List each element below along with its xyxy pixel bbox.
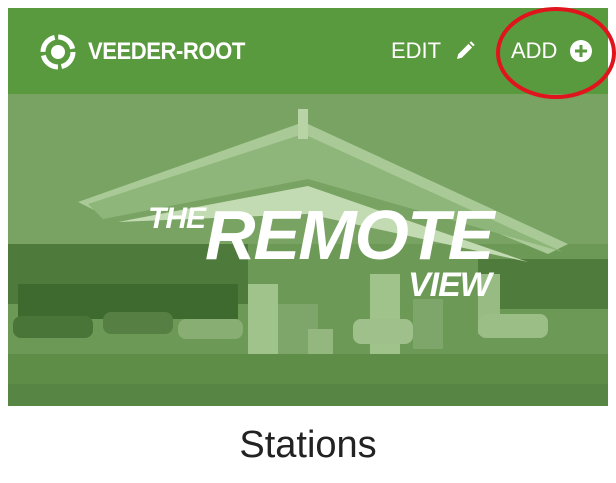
hero-title-prefix: THE <box>148 202 206 235</box>
edit-label: EDIT <box>391 38 442 63</box>
pencil-icon <box>457 41 475 59</box>
hero-banner: THEREMOTE VIEW <box>8 94 608 406</box>
brand-name: VEEDER-ROOT <box>88 38 245 65</box>
brand-logo: VEEDER-ROOT <box>38 32 259 72</box>
hero-subtitle: VIEW <box>408 266 492 304</box>
page-title: Stations <box>239 424 377 466</box>
app-screen: VEEDER-ROOT EDIT ADD THEREMOTE VIEW Stat… <box>0 0 616 483</box>
hero-title-main: REMOTE <box>205 196 494 274</box>
edit-button[interactable]: EDIT <box>391 38 477 64</box>
hero-title: THEREMOTE <box>148 200 494 270</box>
red-annotation-circle <box>496 7 616 99</box>
veeder-root-logo-icon <box>40 34 76 70</box>
